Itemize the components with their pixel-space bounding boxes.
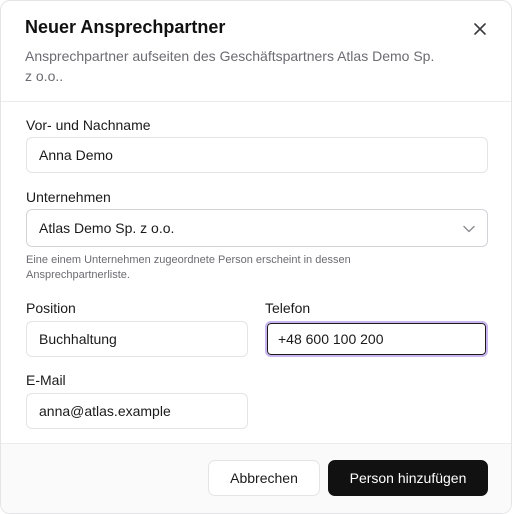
position-input-value: Buchhaltung [39, 331, 117, 347]
phone-input-value: +48 600 100 200 [278, 331, 384, 347]
phone-input[interactable]: +48 600 100 200 [265, 321, 488, 357]
company-select-value: Atlas Demo Sp. z o.o. [39, 220, 175, 236]
company-select[interactable]: Atlas Demo Sp. z o.o. [26, 209, 488, 247]
close-icon [473, 22, 487, 41]
add-person-button[interactable]: Person hinzufügen [328, 460, 488, 496]
dialog-body: Vor- und Nachname Anna Demo Unternehmen … [1, 102, 511, 445]
company-label: Unternehmen [26, 189, 111, 205]
email-label: E-Mail [26, 372, 66, 388]
dialog-footer: Abbrechen Person hinzufügen [1, 443, 511, 513]
name-input[interactable]: Anna Demo [26, 137, 488, 173]
position-label: Position [26, 300, 76, 316]
name-input-value: Anna Demo [39, 147, 113, 163]
phone-label: Telefon [265, 300, 311, 316]
dialog-header: Neuer Ansprechpartner Ansprechpartner au… [1, 1, 511, 102]
email-input[interactable]: anna@atlas.example [26, 393, 248, 429]
position-input[interactable]: Buchhaltung [26, 321, 248, 357]
dialog-description: Ansprechpartner aufseiten des Geschäftsp… [25, 48, 435, 84]
dialog-title: Neuer Ansprechpartner [25, 17, 226, 37]
email-input-value: anna@atlas.example [39, 403, 171, 419]
cancel-button[interactable]: Abbrechen [208, 460, 320, 496]
company-hint: Eine einem Unternehmen zugeordnete Perso… [26, 254, 351, 281]
add-contact-dialog: Neuer Ansprechpartner Ansprechpartner au… [0, 0, 512, 514]
close-button[interactable] [468, 19, 492, 43]
chevron-down-icon [463, 220, 475, 236]
name-label: Vor- und Nachname [26, 117, 151, 133]
